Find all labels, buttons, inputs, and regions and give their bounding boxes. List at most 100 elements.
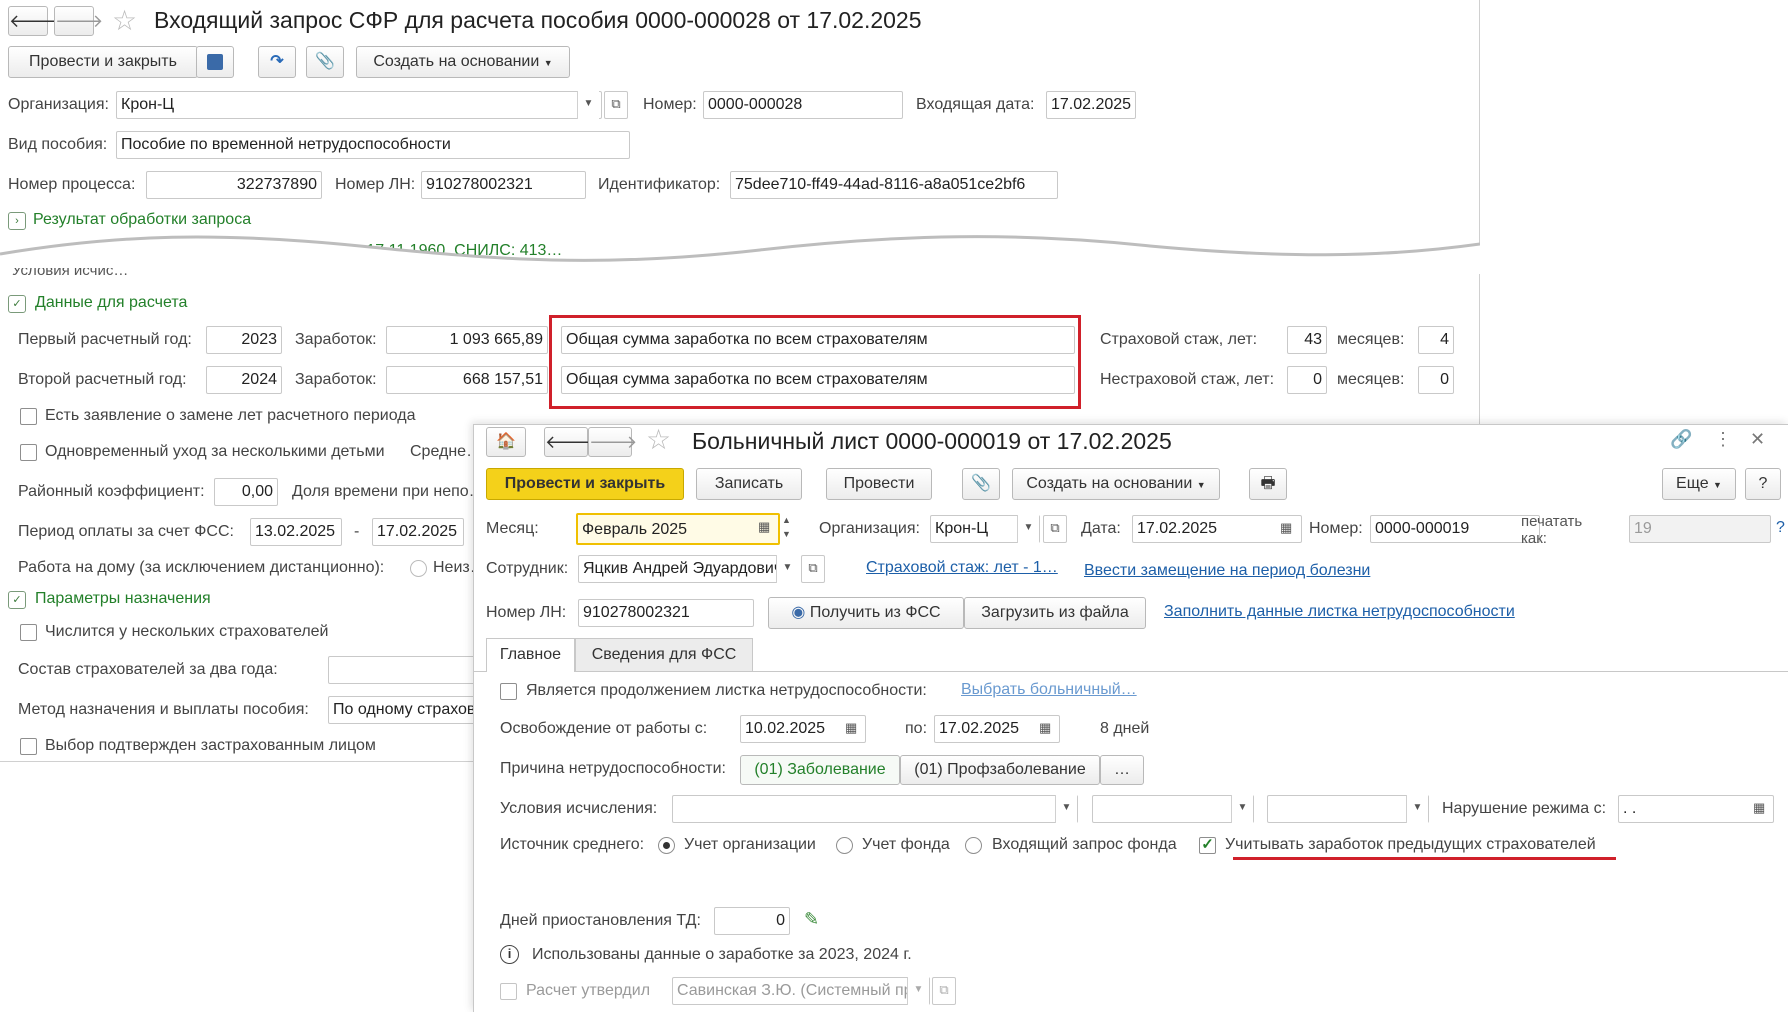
back-button[interactable]: 🡐 [544,427,593,457]
save-disk-button[interactable] [196,46,234,78]
tab-main[interactable]: Главное [486,638,575,672]
org-dropdown-button[interactable]: ▼ [1017,515,1039,543]
ln-field[interactable]: 910278002321 [421,171,586,199]
forward-button[interactable]: 🡒 [588,427,637,457]
post-button[interactable]: Провести [826,468,932,500]
star-icon[interactable]: ☆ [112,4,137,37]
continue-checkbox[interactable] [500,683,517,700]
cond-dropdown-1[interactable]: ▼ [1055,795,1077,823]
load-file-button[interactable]: Загрузить из файла [964,597,1146,629]
susp-field[interactable]: 0 [714,907,790,935]
num-field[interactable]: 0000-000019 [1370,515,1540,543]
help-button[interactable]: ? [1745,468,1781,500]
data-group-title[interactable]: Данные для расчета [35,294,187,312]
post-close-button[interactable]: Провести и закрыть [486,468,684,500]
more-vert-icon[interactable]: ⋮ [1714,429,1732,450]
method-field[interactable]: По одному страхов… [328,696,478,724]
prev-insurers-checkbox[interactable]: ✓ [1199,837,1216,854]
calendar-icon[interactable]: ▦ [1753,800,1765,816]
org-field[interactable]: Крон-Ц [116,91,602,119]
close-icon[interactable]: ✕ [1750,429,1765,450]
date-field[interactable]: 17.02.2025 [1132,515,1302,543]
viol-field[interactable]: . . [1618,795,1774,823]
print-button[interactable]: 🖶 [1249,468,1287,500]
emp-dropdown-button[interactable]: ▼ [776,555,798,583]
back-button[interactable]: 🡐 [8,6,57,36]
result-group-title[interactable]: Результат обработки запроса [33,211,251,229]
calc-approved-checkbox[interactable] [500,983,517,1000]
post-close-button[interactable]: Провести и закрыть [8,46,198,78]
more-button[interactable]: Еще ▼ [1662,468,1736,500]
pencil-icon[interactable]: ✎ [804,909,819,930]
cond-dropdown-3[interactable]: ▼ [1406,795,1428,823]
home-button[interactable]: 🏠 [486,427,526,457]
stepper-icon[interactable]: ▲ ▼ [782,513,791,541]
num-field[interactable]: 0000-000028 [703,91,903,119]
org-open-button[interactable]: ⧉ [1043,515,1067,543]
earn1-field[interactable]: 1 093 665,89 [386,326,548,354]
print-num-field[interactable]: 19 [1629,515,1771,543]
cond-field-3[interactable] [1267,795,1429,823]
cond-dropdown-2[interactable]: ▼ [1231,795,1253,823]
params-group-toggle[interactable]: ✓ [8,591,26,609]
tab-fss[interactable]: Сведения для ФСС [575,638,753,672]
get-fss-button[interactable]: ◉ Получить из ФСС [768,597,964,629]
proc-field[interactable]: 322737890 [146,171,322,199]
fill-sheet-link[interactable]: Заполнить данные листка нетрудоспособнос… [1164,603,1515,621]
params-group-title[interactable]: Параметры назначения [35,590,211,608]
create-based-button[interactable]: Создать на основании ▼ [356,46,570,78]
ins-months-field[interactable]: 4 [1418,326,1454,354]
link-icon[interactable]: 🔗 [1670,429,1692,450]
rk-field[interactable]: 0,00 [214,478,278,506]
home-radio[interactable] [410,560,427,577]
id-field[interactable]: 75dee710-ff49-44ad-8116-a8a051ce2bf6 [730,171,1058,199]
attach-button[interactable]: 📎 [962,468,1000,500]
attach-button[interactable]: 📎 [306,46,344,78]
choose-sick-link[interactable]: Выбрать больничный… [961,681,1137,699]
calendar-icon[interactable]: ▦ [758,519,770,535]
several-checkbox[interactable] [20,624,37,641]
reason-more-button[interactable]: … [1100,755,1144,785]
emp-open-button[interactable]: ⧉ [801,555,825,583]
calendar-icon[interactable]: ▦ [1039,720,1051,736]
calendar-icon[interactable]: ▦ [1280,520,1292,536]
cond-field-1[interactable] [672,795,1078,823]
y2-field[interactable]: 2024 [206,366,282,394]
ins-years-field[interactable]: 43 [1287,326,1327,354]
create-based-button[interactable]: Создать на основании ▼ [1012,468,1220,500]
period-to-field[interactable]: 17.02.2025 [372,518,464,546]
earn2-field[interactable]: 668 157,51 [386,366,548,394]
src-req-radio[interactable] [965,837,982,854]
star-icon[interactable]: ☆ [646,423,671,456]
indate-field[interactable]: 17.02.2025 [1046,91,1136,119]
cond-field-2[interactable] [1092,795,1254,823]
org-dropdown-button[interactable]: ▼ [577,91,599,119]
replacement-link[interactable]: Ввести замещение на период болезни [1084,562,1370,580]
src-org-radio[interactable] [658,837,675,854]
insurers-field[interactable] [328,656,478,684]
forward-button[interactable]: 🡒 [54,6,103,36]
replace-years-checkbox[interactable] [20,408,37,425]
ln-field[interactable]: 910278002321 [578,599,754,627]
data-group-toggle[interactable]: ✓ [8,295,26,313]
period-from-field[interactable]: 13.02.2025 [250,518,342,546]
reason-disease-button[interactable]: (01) Заболевание [740,755,900,785]
confirmed-checkbox[interactable] [20,738,37,755]
print-help-icon[interactable]: ? [1776,519,1785,537]
nins-years-field[interactable]: 0 [1287,366,1327,394]
benefit-field[interactable]: Пособие по временной нетрудоспособности [116,131,630,159]
insurance-period-link[interactable]: Страховой стаж: лет - 1… [866,559,1058,577]
src-fund-radio[interactable] [836,837,853,854]
nins-months-field[interactable]: 0 [1418,366,1454,394]
calc-approved-field[interactable]: Савинская З.Ю. (Системный прог… [672,977,930,1005]
org-open-button[interactable]: ⧉ [604,91,628,119]
reason-prof-button[interactable]: (01) Профзаболевание [900,755,1100,785]
calc-dropdown[interactable]: ▼ [907,977,929,1005]
save-button[interactable]: Записать [696,468,802,500]
calendar-icon[interactable]: ▦ [845,720,857,736]
care-children-checkbox[interactable] [20,444,37,461]
month-field[interactable]: Февраль 2025 [576,513,780,545]
emp-field[interactable]: Яцкив Андрей Эдуардович [578,555,798,583]
y1-field[interactable]: 2023 [206,326,282,354]
go-button[interactable]: ↷ [258,46,296,78]
